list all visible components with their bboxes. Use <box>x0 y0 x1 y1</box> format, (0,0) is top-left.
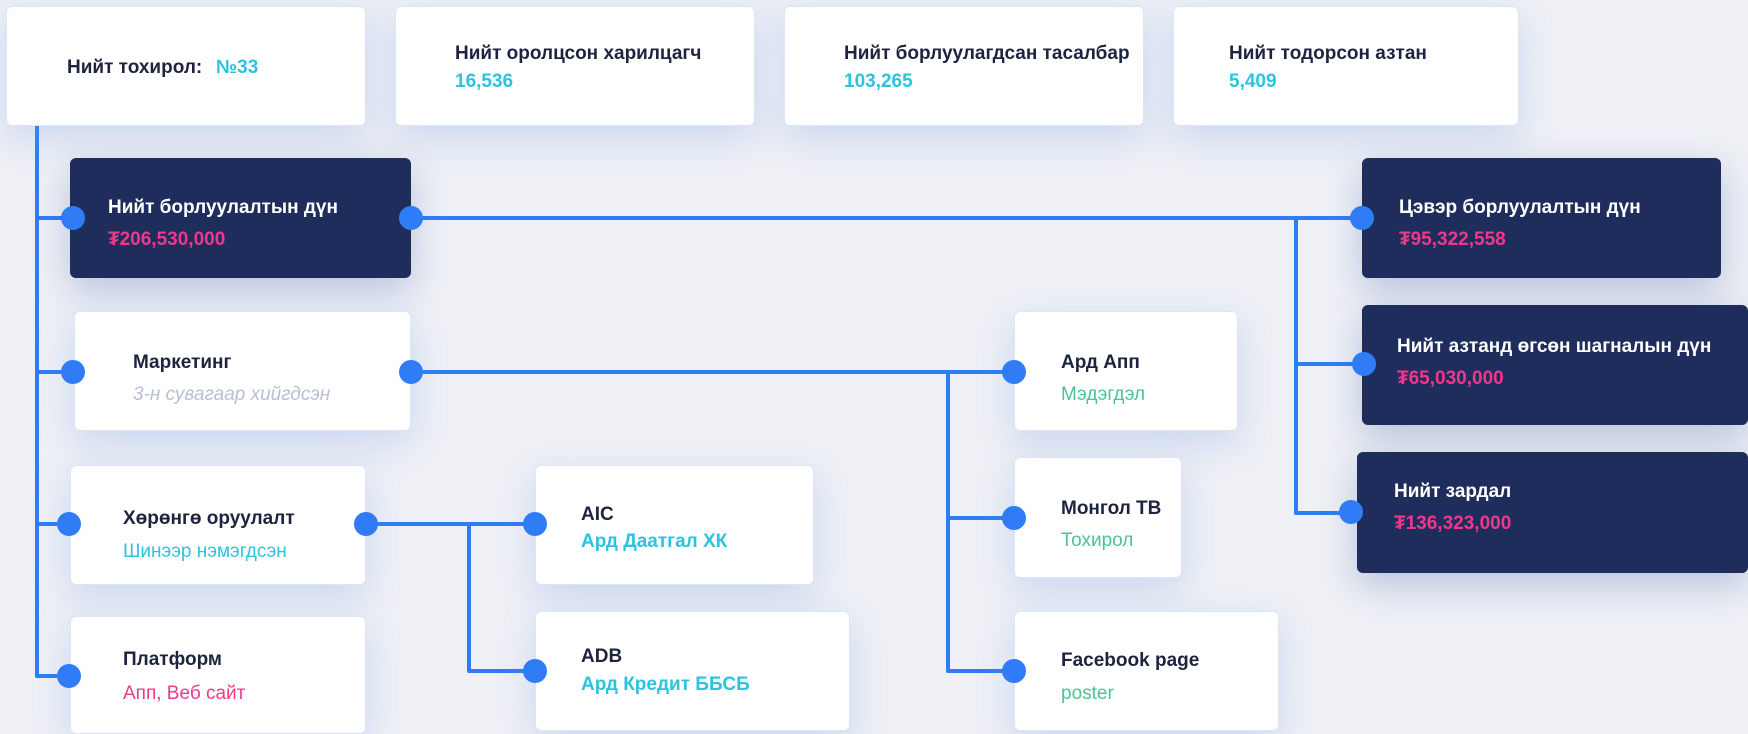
expenses-card: Нийт зардал ₮136,323,000 <box>1357 452 1748 573</box>
prizes-card: Нийт азтанд өгсөн шагналын дүн ₮65,030,0… <box>1362 305 1748 425</box>
aic-left-dot <box>523 512 547 536</box>
aic-sub: Ард Даатгал ХК <box>581 531 728 552</box>
facebook-left-dot <box>1002 659 1026 683</box>
net-sales-value: ₮95,322,558 <box>1399 229 1506 250</box>
summary-card-winners: Нийт тодорсон азтан 5,409 <box>1173 6 1519 126</box>
platform-label: Платформ <box>123 649 222 670</box>
ard-app-left-dot <box>1002 360 1026 384</box>
marketing-right-dot <box>399 360 423 384</box>
participants-label: Нийт оролцсон харилцагч <box>455 43 702 64</box>
expenses-label: Нийт зардал <box>1394 481 1512 502</box>
ard-app-sub: Мэдэгдэл <box>1061 384 1146 405</box>
ard-app-label: Ард Апп <box>1061 352 1140 373</box>
winners-value: 5,409 <box>1229 71 1277 92</box>
participants-value: 16,536 <box>455 71 514 92</box>
facebook-sub: poster <box>1061 683 1114 704</box>
total-match-label: Нийт тохирол: <box>67 57 203 78</box>
net-sales-left-dot <box>1350 206 1374 230</box>
assets-sub: Шинээр нэмэгдсэн <box>123 541 287 562</box>
adb-card: ADB Ард Кредит ББСБ <box>535 611 850 731</box>
sales-right-dot <box>399 206 423 230</box>
marketing-sub: 3-н сувагаар хийгдсэн <box>133 384 331 405</box>
net-sales-card: Цэвэр борлуулалтын дүн ₮95,322,558 <box>1362 158 1721 278</box>
platform-card: Платформ Апп, Веб сайт <box>70 616 366 734</box>
net-sales-label: Цэвэр борлуулалтын дүн <box>1399 197 1641 218</box>
marketing-label: Маркетинг <box>133 352 232 373</box>
prizes-value: ₮65,030,000 <box>1397 368 1504 389</box>
total-match-value: №33 <box>216 57 259 78</box>
expenses-value: ₮136,323,000 <box>1394 513 1512 534</box>
marketing-card: Маркетинг 3-н сувагаар хийгдсэн <box>74 311 411 431</box>
platform-sub: Апп, Веб сайт <box>123 683 246 704</box>
adb-sub: Ард Кредит ББСБ <box>581 674 750 695</box>
aic-label: AIC <box>581 504 614 525</box>
assets-card: Хөрөнгө оруулалт Шинээр нэмэгдсэн <box>70 465 366 585</box>
assets-label: Хөрөнгө оруулалт <box>123 508 295 529</box>
platform-left-dot <box>57 664 81 688</box>
summary-card-participants: Нийт оролцсон харилцагч 16,536 <box>395 6 755 126</box>
adb-left-dot <box>523 659 547 683</box>
sales-left-dot <box>61 206 85 230</box>
expenses-left-dot <box>1339 500 1363 524</box>
assets-left-dot <box>57 512 81 536</box>
sales-card: Нийт борлуулалтын дүн ₮206,530,000 <box>70 158 411 278</box>
marketing-left-dot <box>61 360 85 384</box>
line-assets-trunk <box>467 524 535 673</box>
mongol-tv-label: Монгол ТВ <box>1061 498 1162 519</box>
sales-value: ₮206,530,000 <box>108 229 226 250</box>
adb-label: ADB <box>581 646 623 667</box>
summary-card-tickets: Нийт борлуулагдсан тасалбар 103,265 <box>784 6 1144 126</box>
facebook-label: Facebook page <box>1061 650 1200 671</box>
sales-label: Нийт борлуулалтын дүн <box>108 197 338 218</box>
ard-app-card: Ард Апп Мэдэгдэл <box>1014 311 1238 431</box>
summary-card-total-match: Нийт тохирол: №33 <box>6 6 366 126</box>
tickets-label: Нийт борлуулагдсан тасалбар <box>844 43 1130 64</box>
aic-card: AIC Ард Даатгал ХК <box>535 465 814 585</box>
prizes-left-dot <box>1352 352 1376 376</box>
winners-label: Нийт тодорсон азтан <box>1229 43 1427 64</box>
assets-right-dot <box>354 512 378 536</box>
prizes-label: Нийт азтанд өгсөн шагналын дүн <box>1397 336 1712 357</box>
facebook-card: Facebook page poster <box>1014 611 1279 731</box>
mongol-tv-sub: Тохирол <box>1061 530 1134 551</box>
tickets-value: 103,265 <box>844 71 913 92</box>
mongol-tv-card: Монгол ТВ Тохирол <box>1014 457 1182 578</box>
mongol-tv-left-dot <box>1002 506 1026 530</box>
